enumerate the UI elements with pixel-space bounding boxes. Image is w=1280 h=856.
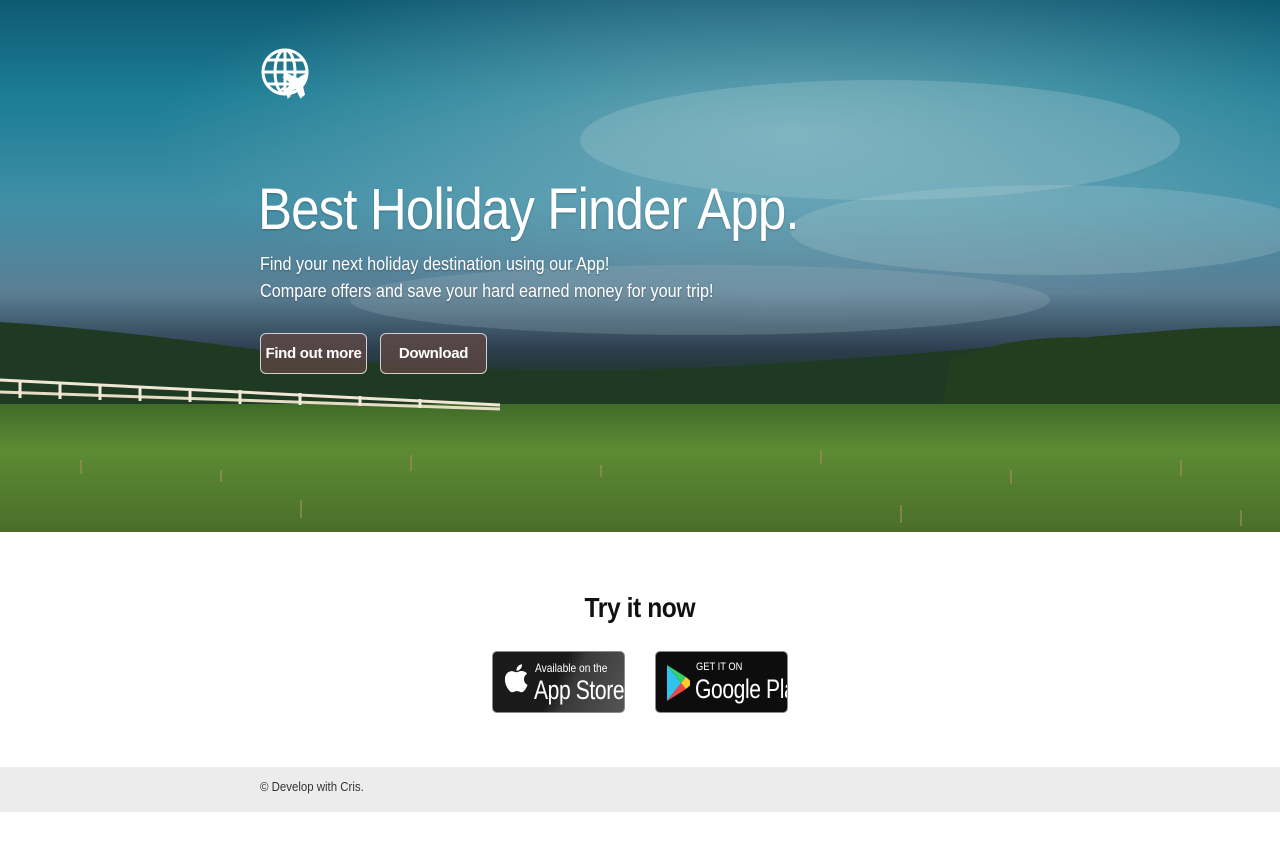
google-play-icon [666, 663, 691, 708]
google-play-big-text: Google Play [695, 674, 787, 704]
footer: © Develop with Cris. [0, 767, 1280, 812]
globe-airplane-icon [260, 38, 312, 106]
google-play-badge[interactable]: GET IT ON Google Play [655, 651, 788, 713]
google-play-small-text: GET IT ON [696, 661, 743, 673]
app-store-badge[interactable]: Available on the App Store [492, 651, 625, 713]
hero-title: Best Holiday Finder App. [258, 177, 800, 242]
footer-copyright: © Develop with Cris. [260, 779, 364, 794]
hero-subtitle: Find your next holiday destination using… [260, 251, 714, 305]
app-store-big-text: App Store [534, 675, 625, 705]
hero-subtitle-line-2: Compare offers and save your hard earned… [260, 281, 714, 301]
hero-subtitle-line-1: Find your next holiday destination using… [260, 254, 610, 274]
app-store-small-text: Available on the [535, 661, 608, 675]
download-button[interactable]: Download [380, 333, 487, 374]
hero-section: Best Holiday Finder App. Find your next … [0, 0, 1280, 532]
try-it-now-heading: Try it now [584, 592, 696, 623]
apple-icon [503, 661, 529, 700]
find-out-more-button[interactable]: Find out more [260, 333, 367, 374]
